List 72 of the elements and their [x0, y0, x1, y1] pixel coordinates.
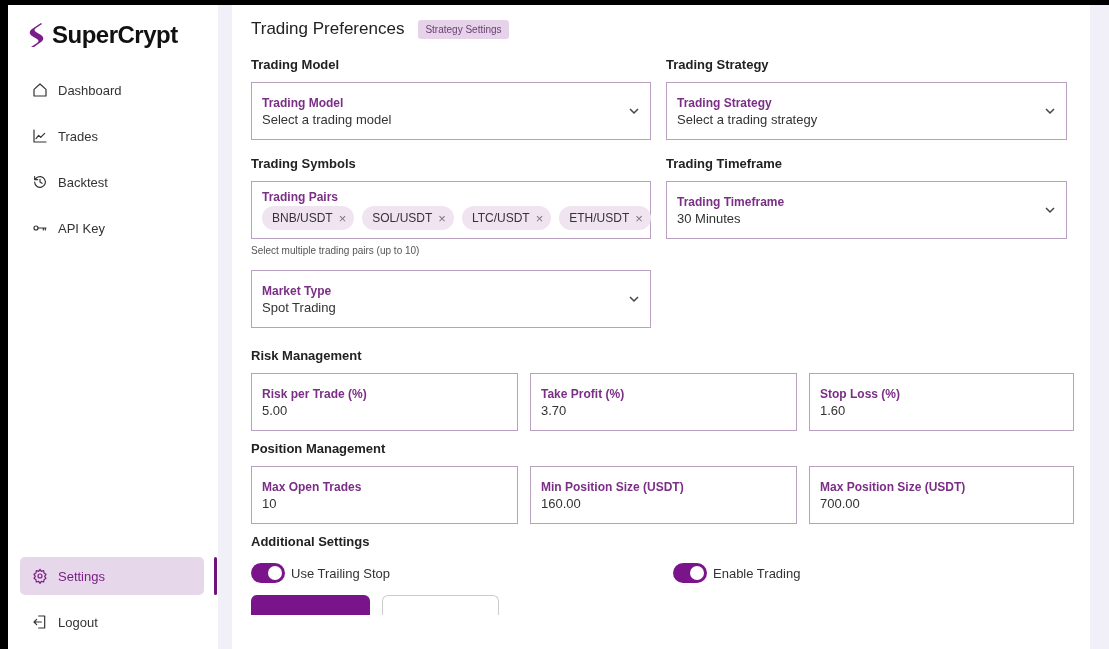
section-heading: Position Management: [251, 441, 387, 456]
nav-item[interactable]: Dashboard: [20, 71, 204, 109]
toggle-label: Enable Trading: [713, 565, 801, 581]
field-label: Min Position Size (USDT): [541, 479, 685, 494]
field-label: Trading Strategy: [677, 95, 773, 110]
field-value: 700.00: [820, 495, 861, 511]
input-field[interactable]: Take Profit (%) 3.70: [530, 373, 797, 431]
chevron-down-icon: [1044, 105, 1056, 117]
field-value: 1.60: [820, 402, 847, 418]
select-field[interactable]: Market Type Spot Trading: [251, 270, 651, 328]
field-value: 30 Minutes: [677, 210, 742, 226]
section-heading: Risk Management: [251, 348, 363, 363]
chevron-down-icon: [628, 105, 640, 117]
helper-text: Select multiple trading pairs (up to 10): [251, 245, 421, 256]
pair-chip[interactable]: ETH/USDT ×: [559, 206, 651, 230]
logout-icon: [32, 614, 48, 630]
chevron-down-icon: [628, 293, 640, 305]
multi-select-field[interactable]: Trading Pairs BNB/USDT × SOL/USDT × LTC/USDT × ETH/USDT ×: [251, 181, 651, 239]
toggle-switch[interactable]: [673, 563, 707, 583]
chip-remove[interactable]: ×: [438, 210, 446, 226]
input-field[interactable]: Max Position Size (USDT) 700.00: [809, 466, 1074, 524]
section-heading: Additional Settings: [251, 534, 371, 549]
field-placeholder: Select a trading strategy: [677, 111, 819, 127]
settings-icon: [32, 568, 48, 584]
field-value: 160.00: [541, 495, 582, 511]
select-field[interactable]: Trading Model Select a trading model: [251, 82, 651, 140]
history-icon: [32, 174, 48, 190]
field-label: Stop Loss (%): [820, 386, 901, 401]
field-value: 5.00: [262, 402, 289, 418]
field-value: 10: [262, 495, 278, 511]
field-value: Spot Trading: [262, 299, 337, 315]
logo-icon: [28, 22, 44, 48]
toggle-label: Use Trailing Stop: [291, 565, 390, 581]
chip-remove[interactable]: ×: [535, 210, 544, 226]
chart-icon: [32, 128, 48, 144]
select-field[interactable]: Trading Timeframe 30 Minutes: [666, 181, 1067, 239]
chip-remove[interactable]: ×: [338, 210, 347, 226]
nav-item[interactable]: Backtest: [20, 163, 204, 201]
pair-chip[interactable]: LTC/USDT ×: [461, 206, 552, 230]
section-heading: Trading Timeframe: [666, 156, 784, 171]
field-label: Risk per Trade (%): [262, 386, 368, 401]
section-heading: Trading Model: [251, 57, 341, 72]
field-label: Market Type: [262, 283, 333, 298]
pair-chip[interactable]: SOL/USDT ×: [362, 206, 454, 230]
active-indicator: [214, 557, 217, 595]
chevron-down-icon: [1044, 204, 1056, 216]
field-label: Take Profit (%): [541, 386, 626, 401]
field-label: Trading Pairs: [262, 190, 340, 204]
input-field[interactable]: Risk per Trade (%) 5.00: [251, 373, 518, 431]
section-badge: Strategy Settings: [418, 19, 509, 39]
nav-item[interactable]: Logout: [20, 603, 204, 641]
section-heading: Trading Strategy: [666, 57, 770, 72]
field-label: Trading Model: [262, 95, 345, 110]
input-field[interactable]: Min Position Size (USDT) 160.00: [530, 466, 797, 524]
input-field[interactable]: Stop Loss (%) 1.60: [809, 373, 1074, 431]
chip-remove[interactable]: ×: [635, 210, 643, 226]
field-placeholder: Select a trading model: [262, 111, 393, 127]
home-icon: [32, 82, 48, 98]
nav-item[interactable]: Settings: [20, 557, 204, 595]
field-label: Trading Timeframe: [677, 194, 786, 209]
select-field[interactable]: Trading Strategy Select a trading strategy: [666, 82, 1067, 140]
field-label: Max Open Trades: [262, 479, 363, 494]
brand-name: SuperCrypt: [52, 21, 178, 49]
nav-item[interactable]: API Key: [20, 209, 204, 247]
section-heading: Trading Symbols: [251, 156, 357, 171]
input-field[interactable]: Max Open Trades 10: [251, 466, 518, 524]
page-title: Trading Preferences: [251, 19, 405, 39]
field-label: Max Position Size (USDT): [820, 479, 967, 494]
field-value: 3.70: [541, 402, 568, 418]
nav-item[interactable]: Trades: [20, 117, 204, 155]
pair-chip[interactable]: BNB/USDT ×: [262, 206, 355, 230]
toggle-switch[interactable]: [251, 563, 285, 583]
